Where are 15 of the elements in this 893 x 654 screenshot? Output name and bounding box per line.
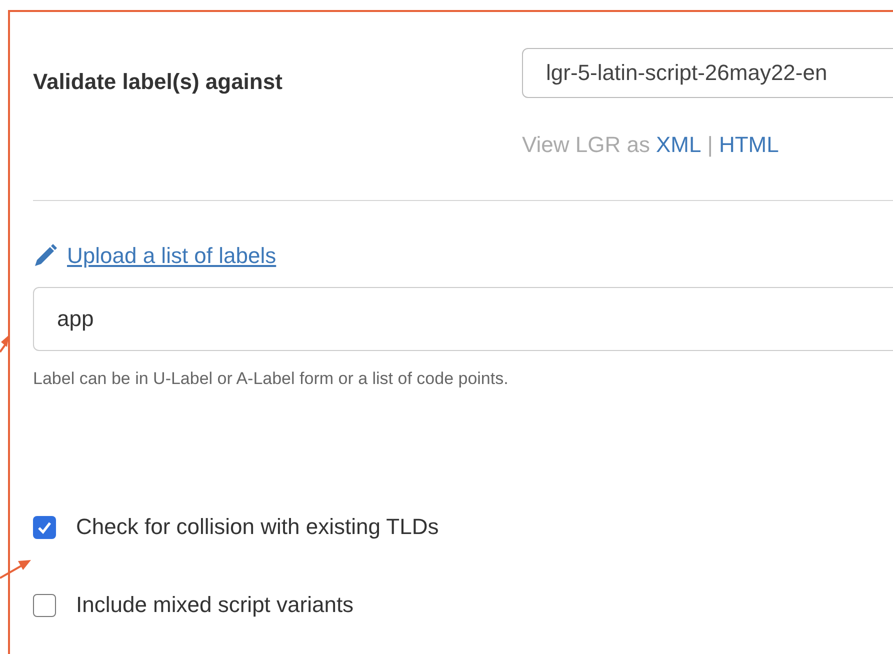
checkbox[interactable] (33, 594, 56, 616)
input-hint: Label can be in U-Label or A-Label form or a list of code points. (33, 369, 510, 389)
checkbox[interactable] (33, 516, 56, 538)
upload-link[interactable]: Upload a list of labels (67, 243, 276, 269)
validate-label: Validate label(s) against (33, 69, 284, 95)
option-label: Check for collision with existing TLDs (76, 514, 439, 540)
label-input[interactable]: app (33, 287, 893, 351)
lgr-select[interactable]: lgr-5-latin-script-26may22-en (522, 48, 893, 98)
option-label: Include mixed script variants (76, 592, 354, 618)
check-icon (37, 520, 52, 534)
link-separator: | (707, 132, 713, 158)
view-lgr-link[interactable]: XML (656, 132, 702, 158)
pencil-icon (33, 244, 57, 268)
view-lgr-link[interactable]: HTML (718, 132, 779, 158)
view-lgr-text: View LGR as (522, 132, 650, 158)
